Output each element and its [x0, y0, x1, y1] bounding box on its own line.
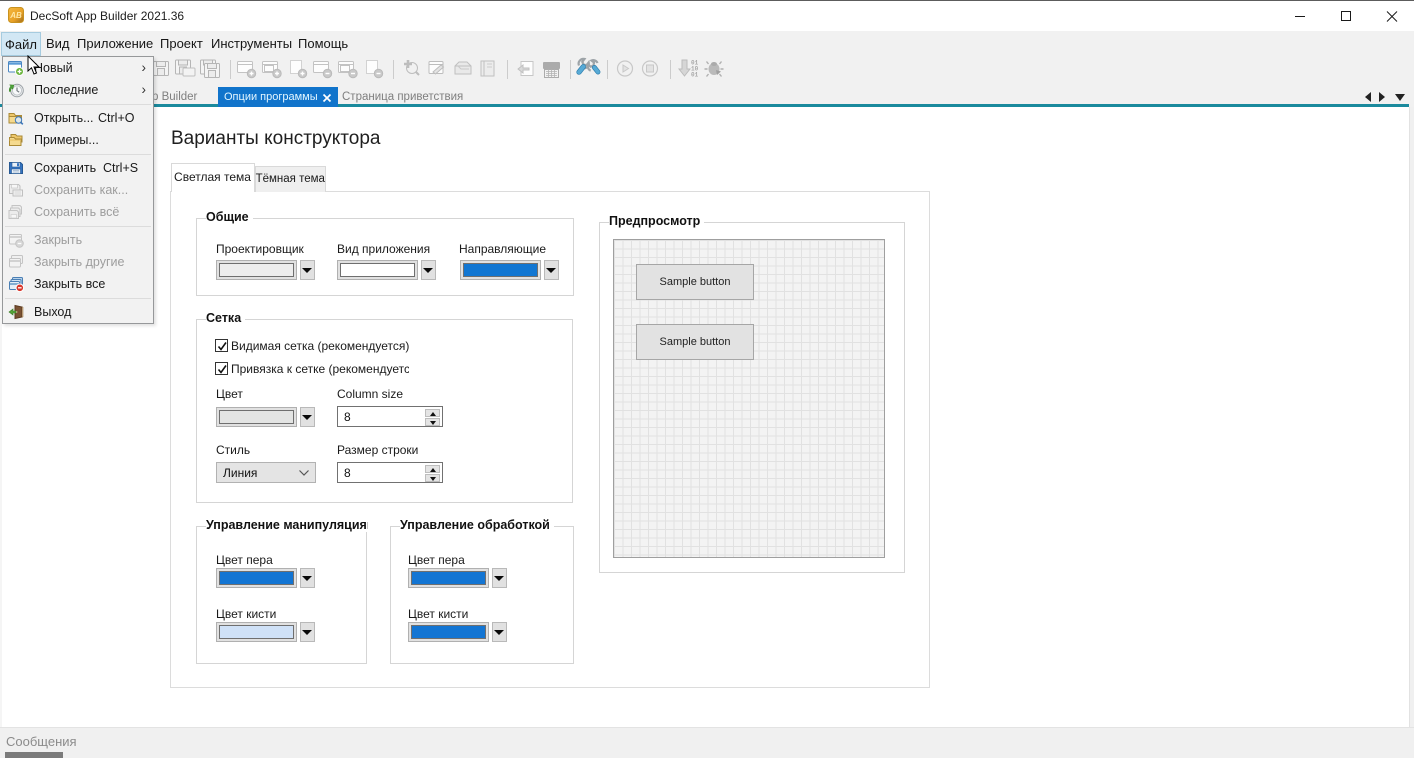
svg-text:01: 01	[691, 72, 699, 79]
svg-text:AB: AB	[9, 11, 22, 20]
